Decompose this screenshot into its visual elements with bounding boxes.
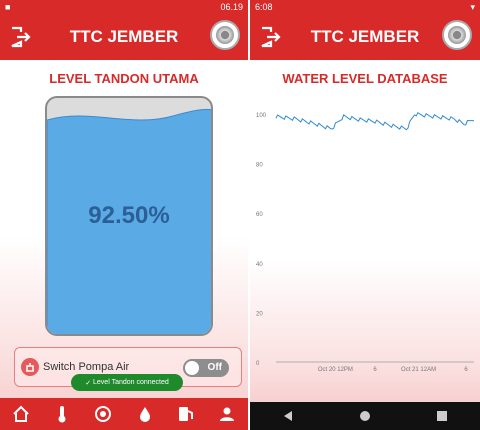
series-line <box>275 111 475 131</box>
x-tick-label: Oct 20 12PM <box>318 367 353 373</box>
y-tick-label: 40 <box>256 262 263 268</box>
logout-icon[interactable] <box>8 25 32 49</box>
y-tick-label: 80 <box>256 163 263 169</box>
x-tick-label: Oct 21 12AM <box>401 367 436 373</box>
x-tick-label: 6 <box>373 367 377 373</box>
y-tick-label: 20 <box>256 311 263 317</box>
toast-text: Level Tandon connected <box>93 379 169 386</box>
page-title: WATER LEVEL DATABASE <box>282 71 448 86</box>
home-icon[interactable] <box>9 402 33 426</box>
home-circle-icon[interactable] <box>359 410 371 422</box>
y-tick-label: 60 <box>256 212 263 218</box>
gauge-icon[interactable] <box>91 402 115 426</box>
logo <box>442 20 472 50</box>
page-title: LEVEL TANDON UTAMA <box>49 71 199 86</box>
system-navigation <box>250 402 480 430</box>
y-tick-label: 0 <box>256 361 260 367</box>
water-level-chart: 0 20 40 60 80 100 Oct 20 12PM 6 Oct 21 12AM 6 <box>256 111 475 373</box>
back-icon[interactable] <box>282 410 294 422</box>
thermometer-icon[interactable] <box>50 402 74 426</box>
status-bar: 6:08 ▾ <box>250 0 480 14</box>
left-screen: ■ 06.19 TTC JEMBER LEVEL TANDON UTAMA 92… <box>0 0 248 430</box>
check-icon: ✓ <box>85 379 94 387</box>
toggle-state: Off <box>207 362 222 373</box>
toast-message: ✓ Level Tandon connected <box>71 374 183 391</box>
user-icon[interactable] <box>215 402 239 426</box>
right-screen: 6:08 ▾ TTC JEMBER WATER LEVEL DATABASE 0… <box>250 0 480 430</box>
y-tick-label: 100 <box>256 113 267 119</box>
tank-level-gauge: 92.50% <box>45 96 213 336</box>
fuel-pump-icon[interactable] <box>174 402 198 426</box>
logout-icon[interactable] <box>258 25 282 49</box>
recents-icon[interactable] <box>436 410 448 422</box>
status-bar: ■ 06.19 <box>0 0 248 14</box>
bottom-navigation <box>0 398 248 430</box>
water-pump-icon <box>21 358 39 376</box>
status-time: 06.19 <box>220 2 243 12</box>
pump-toggle[interactable]: Off <box>183 359 229 377</box>
app-bar: TTC JEMBER <box>0 14 248 60</box>
notification-icon: ■ <box>5 2 11 12</box>
wifi-icon: ▾ <box>470 1 475 12</box>
x-tick-label: 6 <box>464 367 468 373</box>
water-drop-icon[interactable] <box>133 402 157 426</box>
tank-level-value: 92.50% <box>88 202 170 229</box>
logo <box>210 20 240 50</box>
status-time: 6:08 <box>255 2 273 12</box>
toggle-knob <box>185 361 199 375</box>
app-bar: TTC JEMBER <box>250 14 480 60</box>
pump-switch-label: Switch Pompa Air <box>43 361 130 373</box>
